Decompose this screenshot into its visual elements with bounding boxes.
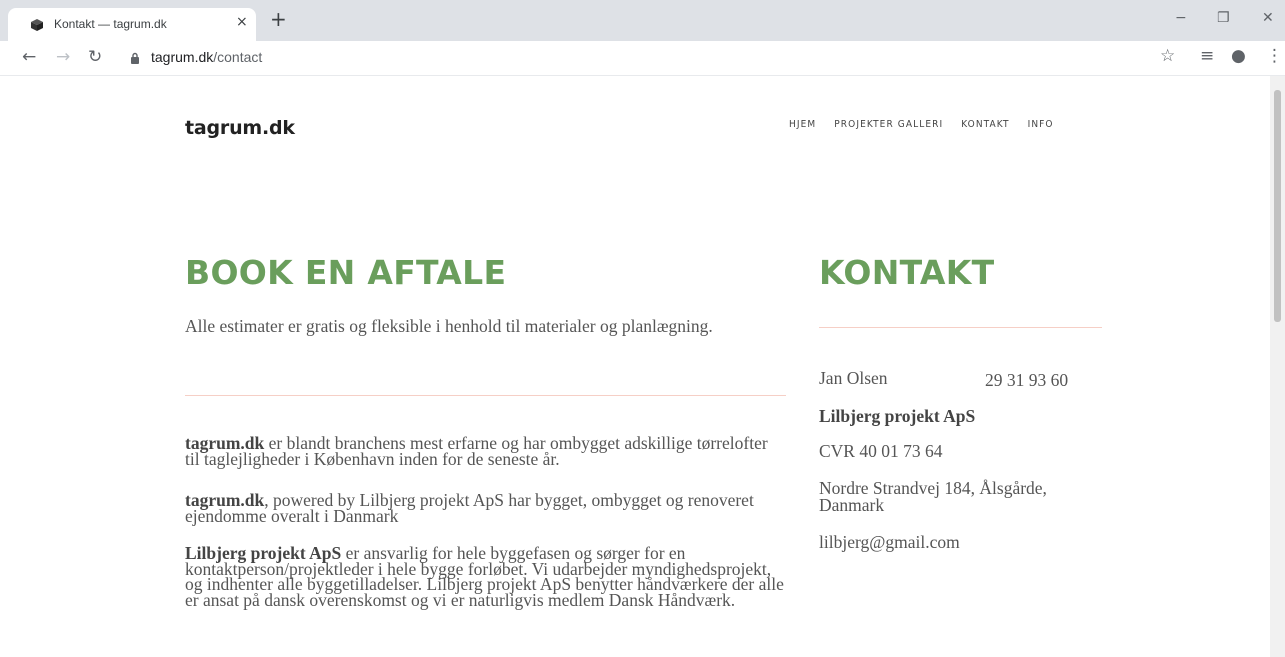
cube-favicon-icon (31, 19, 43, 31)
divider (185, 395, 786, 396)
intro-text: Alle estimater er gratis og fleksible i … (185, 316, 713, 336)
book-heading: BOOK EN AFTALE (185, 253, 507, 292)
site-logo[interactable]: tagrum.dk (185, 117, 295, 139)
window-close-icon[interactable]: ✕ (1262, 10, 1274, 26)
contact-company: Lilbjerg projekt ApS (819, 406, 976, 426)
nav-info[interactable]: INFO (1028, 119, 1054, 130)
scrollbar-thumb[interactable] (1274, 90, 1281, 322)
browser-toolbar: ← → ↻ tagrum.dk/contact ☆ ≡ ● ⋮ (0, 41, 1285, 76)
url-path: /contact (213, 49, 263, 65)
tab-close-icon[interactable]: × (236, 14, 248, 30)
bookmark-star-icon[interactable]: ☆ (1160, 46, 1175, 66)
forward-arrow-icon[interactable]: → (56, 47, 70, 67)
url-domain: tagrum.dk (151, 49, 214, 65)
profile-icon[interactable]: ● (1231, 46, 1246, 66)
tab-title: Kontakt — tagrum.dk (54, 17, 167, 31)
paragraph-2-text: , powered by Lilbjerg projekt ApS har by… (185, 490, 754, 526)
paragraph-1: tagrum.dk er blandt branchens mest erfar… (185, 433, 785, 469)
back-arrow-icon[interactable]: ← (22, 47, 36, 67)
paragraph-1-text: er blandt branchens mest erfarne og har … (185, 433, 768, 469)
tab-strip: Kontakt — tagrum.dk × + − ❐ ✕ (0, 0, 1285, 41)
lock-icon (131, 52, 139, 64)
media-control-icon[interactable]: ≡ (1200, 46, 1214, 66)
scrollbar[interactable] (1270, 76, 1285, 657)
nav-kontakt[interactable]: KONTAKT (961, 119, 1009, 130)
menu-kebab-icon[interactable]: ⋮ (1266, 46, 1283, 66)
paragraph-3: Lilbjerg projekt ApS er ansvarlig for he… (185, 544, 785, 608)
page-viewport: tagrum.dk HJEM PROJEKTER GALLERI KONTAKT… (0, 76, 1285, 657)
contact-email[interactable]: lilbjerg@gmail.com (819, 533, 960, 551)
new-tab-icon[interactable]: + (270, 9, 287, 29)
minimize-icon[interactable]: − (1175, 10, 1187, 26)
paragraph-2: tagrum.dk, powered by Lilbjerg projekt A… (185, 490, 785, 526)
contact-address: Nordre Strandvej 184, Ålsgårde, Danmark (819, 478, 1047, 515)
tab-kontakt[interactable]: Kontakt — tagrum.dk × (8, 8, 256, 41)
reload-icon[interactable]: ↻ (88, 47, 102, 67)
site-nav: HJEM PROJEKTER GALLERI KONTAKT INFO (789, 119, 1054, 130)
contact-phone[interactable]: 29 31 93 60 (985, 370, 1068, 391)
kontakt-heading: KONTAKT (819, 253, 995, 292)
contact-name: Jan Olsen (819, 368, 888, 388)
divider (819, 327, 1102, 328)
restore-icon[interactable]: ❐ (1217, 10, 1230, 26)
contact-cvr: CVR 40 01 73 64 (819, 441, 943, 461)
address-bar[interactable]: tagrum.dk/contact (151, 49, 262, 65)
nav-projekter-galleri[interactable]: PROJEKTER GALLERI (834, 119, 943, 130)
nav-hjem[interactable]: HJEM (789, 119, 816, 130)
